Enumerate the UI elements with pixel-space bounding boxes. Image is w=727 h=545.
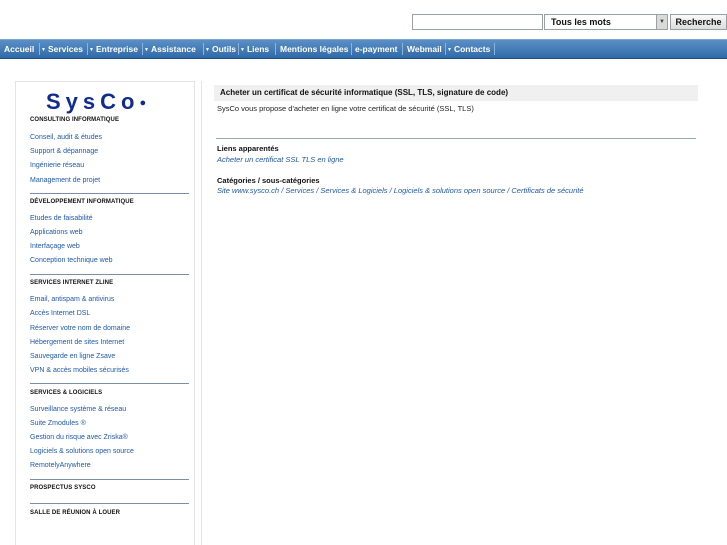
nav-item-entreprise[interactable]: ▼ Entreprise [89, 40, 138, 58]
breadcrumb-item[interactable]: Services & Logiciels [320, 186, 387, 195]
nav-divider [238, 43, 239, 55]
chevron-down-icon: ▼ [144, 47, 149, 53]
search-mode-value: Tous les mots [551, 17, 611, 27]
sidebar-link[interactable]: Logiciels & solutions open source [30, 448, 134, 455]
nav-item-webmail[interactable]: Webmail [407, 40, 442, 58]
sidebar-link[interactable]: Conseil, audit & études [30, 134, 102, 141]
sidebar-link[interactable]: Accès Internet DSL [30, 310, 90, 317]
nav-item-outils[interactable]: ▼ Outils [205, 40, 236, 58]
nav-divider [351, 43, 352, 55]
chevron-down-icon: ▼ [89, 47, 94, 53]
chevron-down-icon: ▼ [240, 47, 245, 53]
page-title-bar: Acheter un certificat de sécurité inform… [214, 85, 698, 101]
chevron-down-icon: ▼ [656, 15, 667, 29]
sidebar-section-consulting[interactable]: Consulting informatique [30, 117, 119, 123]
main-navigation: Accueil ▼ Services ▼ Entreprise ▼ Assistanc… [0, 39, 727, 59]
nav-item-liens[interactable]: ▼ Liens [240, 40, 269, 58]
sidebar-section-salle-reunion[interactable]: Salle de réunion à louer [30, 510, 120, 516]
nav-divider [87, 43, 88, 55]
sidebar-section-services-internet[interactable]: Services Internet Zline [30, 280, 113, 286]
sidebar-link[interactable]: Conception technique web [30, 257, 113, 264]
nav-item-label: e-payment [355, 44, 398, 54]
chevron-down-icon: ▼ [447, 47, 452, 53]
breadcrumb-item[interactable]: Services [285, 186, 314, 195]
search-button[interactable]: Recherche [670, 14, 727, 30]
nav-item-label: Mentions légales [280, 44, 349, 54]
sidebar-divider [30, 274, 189, 275]
sidebar-link[interactable]: Sauvegarde en ligne Zsave [30, 353, 115, 360]
sidebar-link[interactable]: Suite Zmodules ® [30, 420, 86, 427]
related-links-heading: Liens apparentés [217, 144, 279, 153]
logo-text: SysCo [46, 89, 140, 114]
related-link[interactable]: Acheter un certificat SSL TLS en ligne [217, 155, 344, 164]
sidebar-divider [30, 383, 189, 384]
breadcrumb: Site www.sysco.ch / Services / Services … [217, 186, 584, 195]
search-input[interactable] [412, 14, 543, 30]
sidebar-link[interactable]: Applications web [30, 229, 83, 236]
sidebar-section-services-logiciels[interactable]: Services & Logiciels [30, 390, 102, 396]
sidebar-link[interactable]: Email, antispam & antivirus [30, 296, 114, 303]
nav-item-assistance[interactable]: ▼ Assistance [144, 40, 196, 58]
breadcrumb-item[interactable]: Logiciels & solutions open source [394, 186, 505, 195]
nav-item-label: Assistance [150, 44, 196, 54]
chevron-down-icon: ▼ [205, 47, 210, 53]
chevron-down-icon: ▼ [41, 47, 46, 53]
nav-item-label: Outils [211, 44, 237, 54]
sidebar-section-developpement[interactable]: Développement informatique [30, 199, 134, 205]
breadcrumb-item[interactable]: Site www.sysco.ch [217, 186, 279, 195]
nav-item-services[interactable]: ▼ Services [41, 40, 83, 58]
sidebar-link[interactable]: Réserver votre nom de domaine [30, 325, 130, 332]
sidebar-divider [30, 479, 189, 480]
logo[interactable]: SysCo● [46, 89, 146, 115]
sidebar-divider [30, 503, 189, 504]
page-title: Acheter un certificat de sécurité inform… [220, 88, 509, 97]
nav-item-contacts[interactable]: ▼ Contacts [447, 40, 490, 58]
sidebar-link[interactable]: Hébergement de sites Internet [30, 339, 124, 346]
nav-item-label: Liens [246, 44, 270, 54]
sidebar-link[interactable]: VPN & accès mobiles sécurisés [30, 367, 129, 374]
nav-item-e-payment[interactable]: e-payment [355, 40, 398, 58]
nav-item-label: Entreprise [95, 44, 138, 54]
nav-item-label: Webmail [407, 44, 442, 54]
nav-item-mentions-legales[interactable]: Mentions légales [280, 40, 349, 58]
sidebar: SysCo● Consulting informatique Conseil, … [15, 81, 195, 545]
sidebar-link[interactable]: Etudes de faisabilité [30, 215, 93, 222]
main-content: Acheter un certificat de sécurité inform… [201, 81, 727, 545]
nav-item-label: Services [47, 44, 83, 54]
sidebar-link[interactable]: Support & dépannage [30, 148, 98, 155]
sidebar-section-prospectus[interactable]: Prospectus SysCo [30, 485, 96, 491]
nav-divider [203, 43, 204, 55]
nav-divider [494, 43, 495, 55]
nav-item-label: Contacts [453, 44, 491, 54]
nav-divider [445, 43, 446, 55]
nav-item-accueil[interactable]: Accueil [4, 40, 34, 58]
breadcrumb-item[interactable]: Certificats de sécurité [511, 186, 583, 195]
nav-item-label: Accueil [4, 44, 35, 54]
content-divider [216, 138, 696, 139]
sidebar-divider [30, 193, 189, 194]
sidebar-link[interactable]: Surveillance système & réseau [30, 406, 126, 413]
nav-divider [275, 43, 276, 55]
sidebar-link[interactable]: Gestion du risque avec Zriska® [30, 434, 128, 441]
search-mode-select[interactable]: Tous les mots ▼ [544, 14, 668, 30]
logo-dot-icon: ● [139, 97, 147, 109]
nav-divider [402, 43, 403, 55]
nav-divider [39, 43, 40, 55]
sidebar-link[interactable]: Ingénierie réseau [30, 162, 84, 169]
categories-heading: Catégories / sous-catégories [217, 176, 320, 185]
sidebar-link[interactable]: Interfaçage web [30, 243, 80, 250]
intro-text: SysCo vous propose d'acheter en ligne vo… [217, 104, 474, 113]
sidebar-link[interactable]: RemotelyAnywhere [30, 462, 91, 469]
sidebar-link[interactable]: Management de projet [30, 177, 100, 184]
nav-divider [142, 43, 143, 55]
